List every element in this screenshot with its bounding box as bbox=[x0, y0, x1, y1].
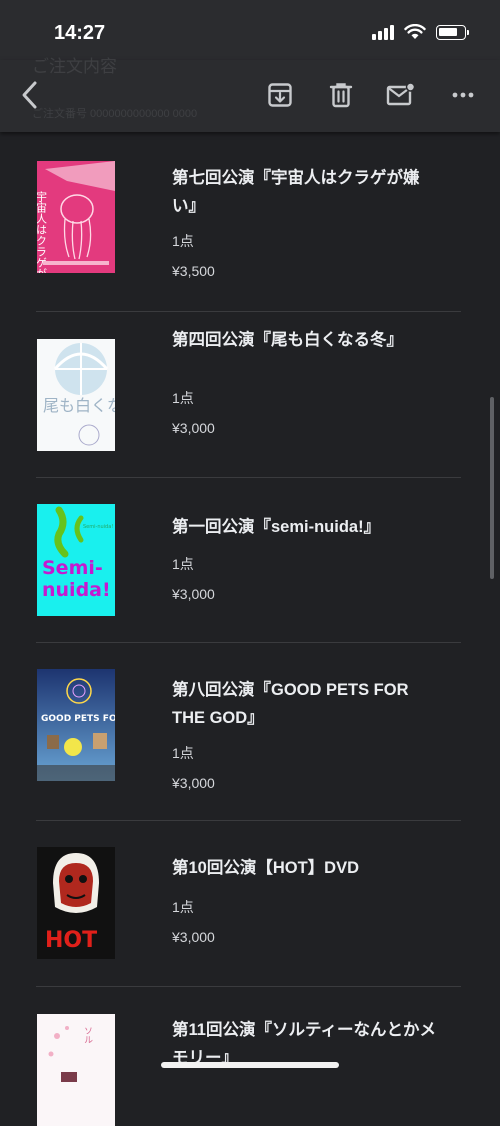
order-item[interactable]: Semi- nuida! Semi-nuida! 第一回公演『semi-nuid… bbox=[36, 477, 461, 643]
item-quantity: 1点 bbox=[172, 745, 194, 761]
item-title: 第10回公演【HOT】DVD bbox=[172, 859, 360, 877]
status-icons bbox=[372, 24, 469, 40]
poster-thumbnail[interactable]: Semi- nuida! Semi-nuida! bbox=[37, 504, 115, 616]
svg-text:nuida!: nuida! bbox=[42, 579, 111, 601]
item-price: ¥3,500 bbox=[172, 263, 215, 279]
order-item[interactable]: HOT 第10回公演【HOT】DVD 1点 ¥3,000 bbox=[36, 820, 461, 987]
poster-thumbnail[interactable]: 尾も白くなる冬 bbox=[37, 339, 115, 451]
item-price: ¥3,000 bbox=[172, 929, 215, 945]
signal-icon bbox=[372, 24, 394, 40]
item-quantity: 1点 bbox=[172, 556, 194, 572]
order-item[interactable]: ソル 第11回公演『ソルティーなんとかメ モリー』 bbox=[36, 986, 461, 1126]
order-item[interactable]: 尾も白くなる冬 第四回公演『尾も白くなる冬』 1点 ¥3,000 bbox=[36, 311, 461, 478]
trash-icon[interactable] bbox=[325, 78, 357, 112]
order-item[interactable]: GOOD PETS FOR THE GOD 第八回公演『GOOD PETS FO… bbox=[36, 642, 461, 821]
archive-icon[interactable] bbox=[264, 78, 296, 112]
item-price: ¥3,000 bbox=[172, 420, 215, 436]
poster-title-text: 尾も白くなる冬 bbox=[43, 396, 115, 415]
svg-text:Semi-: Semi- bbox=[42, 557, 103, 579]
scrollbar[interactable] bbox=[490, 397, 494, 579]
poster-thumbnail[interactable]: GOOD PETS FOR THE GOD bbox=[37, 669, 115, 781]
item-quantity: 1点 bbox=[172, 390, 194, 406]
home-indicator[interactable] bbox=[161, 1062, 339, 1068]
poster-title-text: HOT bbox=[45, 928, 97, 953]
back-arrow-icon[interactable] bbox=[14, 78, 46, 112]
item-quantity: 1点 bbox=[172, 899, 194, 915]
status-bar: 14:27 bbox=[0, 0, 500, 60]
app-bar: ご注文内容 ご注文番号 0000000000000 0000 bbox=[0, 57, 500, 132]
item-title: 第七回公演『宇宙人はクラゲが嫌 い』 bbox=[172, 169, 420, 215]
order-item[interactable]: 宇宙人はクラゲが嫌い 第七回公演『宇宙人はクラゲが嫌 い』 1点 ¥3,500 bbox=[36, 132, 461, 312]
item-title: 第八回公演『GOOD PETS FOR THE GOD』 bbox=[172, 681, 409, 727]
svg-text:ソル: ソル bbox=[82, 1026, 93, 1044]
poster-thumbnail[interactable]: HOT bbox=[37, 847, 115, 959]
more-icon[interactable] bbox=[447, 78, 479, 112]
item-price: ¥3,000 bbox=[172, 586, 215, 602]
poster-title-text: 宇宙人はクラゲが嫌い bbox=[37, 191, 48, 273]
poster-title-text: Semi-nuida! bbox=[83, 524, 113, 530]
mail-unread-icon[interactable] bbox=[385, 78, 417, 112]
item-price: ¥3,000 bbox=[172, 775, 215, 791]
status-time: 14:27 bbox=[54, 22, 106, 44]
header-title-faded: ご注文内容 bbox=[32, 57, 117, 76]
header-subtitle-faded: ご注文番号 0000000000000 0000 bbox=[32, 108, 198, 120]
item-quantity: 1点 bbox=[172, 233, 194, 249]
poster-thumbnail[interactable]: 宇宙人はクラゲが嫌い bbox=[37, 161, 115, 273]
poster-title-text: GOOD PETS FOR THE GOD bbox=[41, 714, 115, 724]
battery-icon bbox=[436, 24, 469, 40]
item-title: 第四回公演『尾も白くなる冬』 bbox=[172, 331, 403, 349]
poster-thumbnail[interactable]: ソル bbox=[37, 1014, 115, 1126]
item-title: 第一回公演『semi-nuida!』 bbox=[172, 518, 381, 536]
wifi-icon bbox=[404, 24, 426, 39]
